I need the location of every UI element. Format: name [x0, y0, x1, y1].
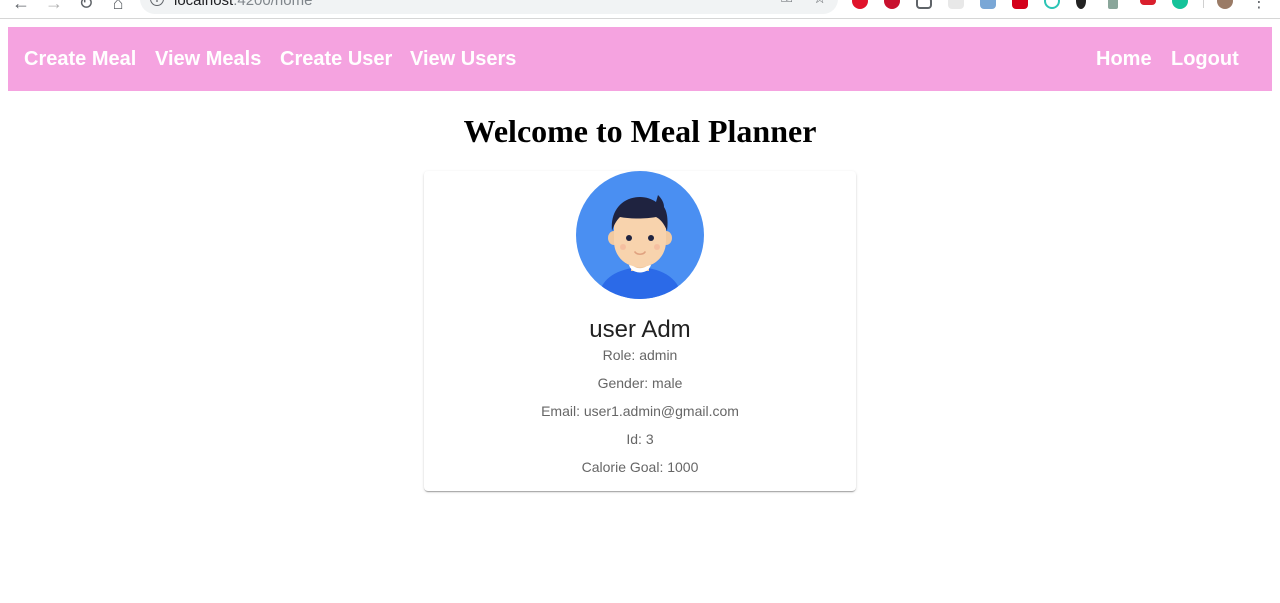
user-calorie-goal: Calorie Goal: 1000 — [581, 459, 699, 475]
bookmark-star-icon[interactable]: ☆ — [813, 0, 826, 7]
metrics-extension-icon[interactable] — [1140, 0, 1156, 5]
reload-icon[interactable]: ↻ — [77, 0, 95, 12]
key-icon[interactable]: ⚿ — [781, 0, 792, 6]
nav-view-users[interactable]: View Users — [410, 47, 516, 71]
user-gender: Gender: male — [597, 375, 683, 391]
user-email: Email: user1.admin@gmail.com — [541, 403, 739, 419]
ring-extension-icon[interactable] — [1044, 0, 1060, 9]
nav-logout[interactable]: Logout — [1171, 47, 1239, 71]
user-name: user Adm — [589, 316, 691, 343]
user-role: Role: admin — [602, 347, 678, 363]
url-text: localhost:4200/home — [174, 0, 313, 9]
nav-create-meal[interactable]: Create Meal — [24, 47, 136, 71]
pen-extension-icon[interactable] — [1076, 0, 1086, 9]
devtools-extension-icon[interactable] — [980, 0, 996, 9]
browser-toolbar: ← → ↻ ⌂ i localhost:4200/home ⚿ ☆ ⋮ — [0, 0, 1280, 19]
address-bar[interactable]: i localhost:4200/home ⚿ ☆ — [140, 0, 838, 14]
app-navbar: Create Meal View Meals Create User View … — [8, 27, 1272, 91]
profile-card: user Adm Role: admin Gender: male Email:… — [424, 171, 856, 491]
vue-extension-icon[interactable] — [1108, 0, 1118, 9]
page-title: Welcome to Meal Planner — [463, 113, 817, 149]
more-menu-icon[interactable]: ⋮ — [1250, 0, 1268, 12]
opera-extension-icon[interactable] — [852, 0, 868, 9]
toolbar-divider — [1203, 0, 1204, 8]
profile-avatar-icon[interactable] — [1217, 0, 1233, 9]
adblock-extension-icon[interactable] — [884, 0, 900, 9]
reader-extension-icon[interactable] — [916, 0, 932, 9]
forward-arrow-icon[interactable]: → — [45, 0, 63, 12]
nav-home[interactable]: Home — [1096, 47, 1152, 71]
user-id: Id: 3 — [626, 431, 654, 447]
home-icon[interactable]: ⌂ — [109, 0, 127, 12]
user-avatar-icon — [576, 171, 704, 299]
lastpass-extension-icon[interactable] — [1012, 0, 1028, 9]
nav-view-meals[interactable]: View Meals — [155, 47, 261, 71]
grammarly-extension-icon[interactable] — [1172, 0, 1188, 9]
info-icon[interactable]: i — [150, 0, 164, 6]
back-arrow-icon[interactable]: ← — [12, 0, 30, 12]
js-extension-icon[interactable] — [948, 0, 964, 9]
nav-create-user[interactable]: Create User — [280, 47, 392, 71]
